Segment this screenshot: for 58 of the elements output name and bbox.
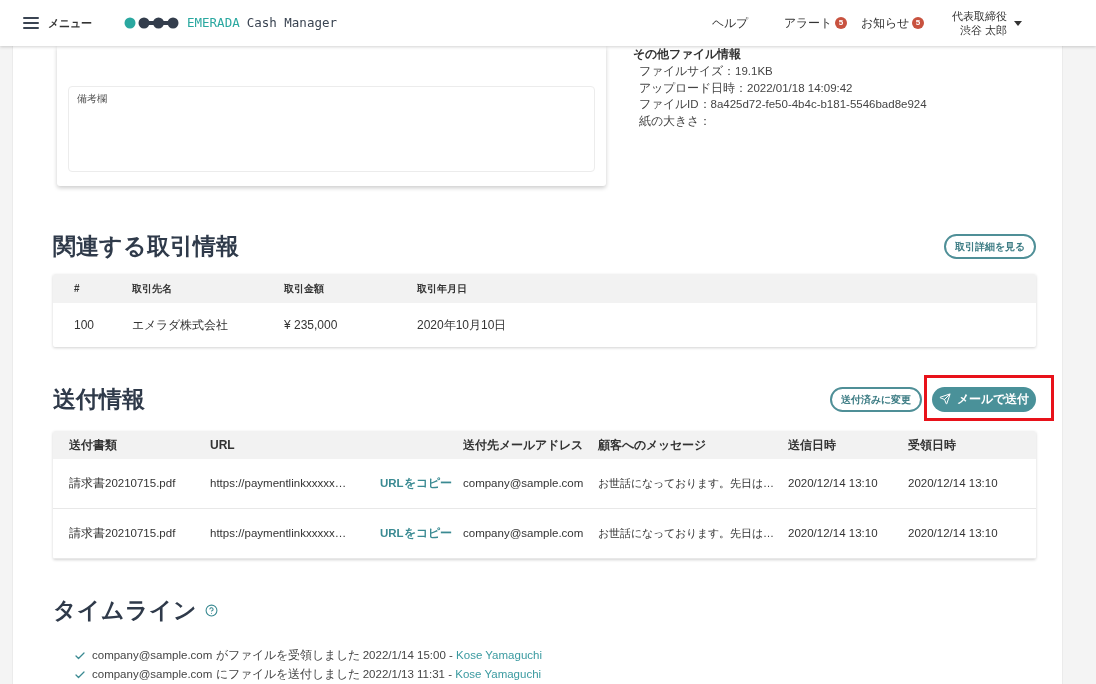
section-heading: タイムライン bbox=[53, 596, 197, 624]
column-header: 顧客へのメッセージ bbox=[598, 437, 706, 454]
column-header: 送付書類 bbox=[69, 437, 117, 454]
logo-icon bbox=[124, 17, 179, 29]
user-link[interactable]: Kose Yamaguchi bbox=[456, 648, 542, 661]
brand-name: EMERADA bbox=[187, 13, 240, 32]
file-info-row-text: アップロード日時：2022/01/18 14:09:42 bbox=[639, 80, 854, 96]
table-cell-text: 請求書20210715.pdf bbox=[69, 525, 176, 541]
column-header: 取引年月日 bbox=[417, 282, 467, 296]
count-badge: 5 bbox=[912, 17, 924, 29]
send-email-button[interactable]: メールで送付 bbox=[932, 386, 1036, 412]
column-header: 送信日時 bbox=[788, 437, 836, 454]
table-cell-text: 請求書20210715.pdf bbox=[69, 475, 176, 491]
remarks-field[interactable]: 備考欄 bbox=[68, 86, 595, 172]
table-cell-text: ¥ 235,000 bbox=[284, 317, 338, 334]
column-header: 取引金額 bbox=[284, 282, 324, 296]
table-cell-text: 2020年10月10日 bbox=[417, 317, 507, 334]
user-menu[interactable]: 代表取締役 渋谷 太郎 bbox=[952, 9, 1022, 37]
nav-link[interactable]: ヘルプ bbox=[712, 14, 748, 32]
nav-link[interactable]: アラート 5 bbox=[784, 14, 847, 32]
table-cell-text: company@sample.com bbox=[463, 475, 584, 491]
column-header: 送付先メールアドレス bbox=[463, 437, 583, 454]
table-cell-text: https://paymentlinkxxxxx… bbox=[210, 525, 347, 541]
product-name: Cash Manager bbox=[246, 13, 337, 32]
column-header: 取引先名 bbox=[132, 282, 172, 296]
table-cell-text: 2020/12/14 13:10 bbox=[788, 475, 878, 491]
help-icon[interactable] bbox=[205, 603, 218, 617]
table-cell-text: お世話になっております。先日は… bbox=[598, 526, 774, 542]
file-info-title: その他ファイル情報 bbox=[633, 47, 742, 61]
copy-url-link[interactable]: URLをコピー bbox=[380, 474, 452, 493]
send-icon bbox=[939, 393, 951, 405]
table-cell-text: お世話になっております。先日は… bbox=[598, 476, 774, 492]
table-cell-text: 2020/12/14 13:10 bbox=[908, 525, 998, 541]
caret-icon bbox=[1014, 20, 1022, 26]
table-cell-text: company@sample.com bbox=[463, 525, 584, 541]
column-header: URL bbox=[210, 437, 235, 454]
file-info-row-text: ファイルサイズ：19.1KB bbox=[639, 64, 774, 79]
menu-icon bbox=[23, 17, 39, 29]
outline-button[interactable]: 取引詳細を見る bbox=[944, 233, 1036, 259]
column-header: 受領日時 bbox=[908, 437, 956, 454]
count-badge: 5 bbox=[835, 17, 847, 29]
table-cell-text: 2020/12/14 13:10 bbox=[908, 475, 998, 491]
column-header: # bbox=[74, 282, 80, 296]
table-cell-text: https://paymentlinkxxxxx… bbox=[210, 475, 347, 491]
copy-url-link[interactable]: URLをコピー bbox=[380, 524, 452, 543]
table-cell-text: エメラダ株式会社 bbox=[132, 317, 228, 334]
table-cell-text: 100 bbox=[74, 317, 95, 334]
file-info-row-text: 紙の大きさ： bbox=[639, 114, 712, 130]
nav-link[interactable]: お知らせ 5 bbox=[861, 14, 924, 32]
outline-button[interactable]: 送付済みに変更 bbox=[830, 386, 922, 412]
file-info-row-text: ファイルID：8a425d72-fe50-4b4c-b181-5546bad8e924 bbox=[639, 97, 927, 113]
section-heading: 関連する取引情報 bbox=[53, 232, 239, 260]
timeline-entry: company@sample.com にファイルを送付しました 2022/1/13 11:31 - Kose Yamaguchi bbox=[92, 666, 542, 682]
timeline-entry: company@sample.com がファイルを受領しました 2022/1/14 15:00 - Kose Yamaguchi bbox=[92, 647, 542, 663]
menu-button[interactable]: メニュー bbox=[23, 14, 92, 32]
section-heading: 送付情報 bbox=[53, 385, 145, 413]
table-cell-text: 2020/12/14 13:10 bbox=[788, 525, 878, 541]
user-link[interactable]: Kose Yamaguchi bbox=[455, 667, 542, 680]
